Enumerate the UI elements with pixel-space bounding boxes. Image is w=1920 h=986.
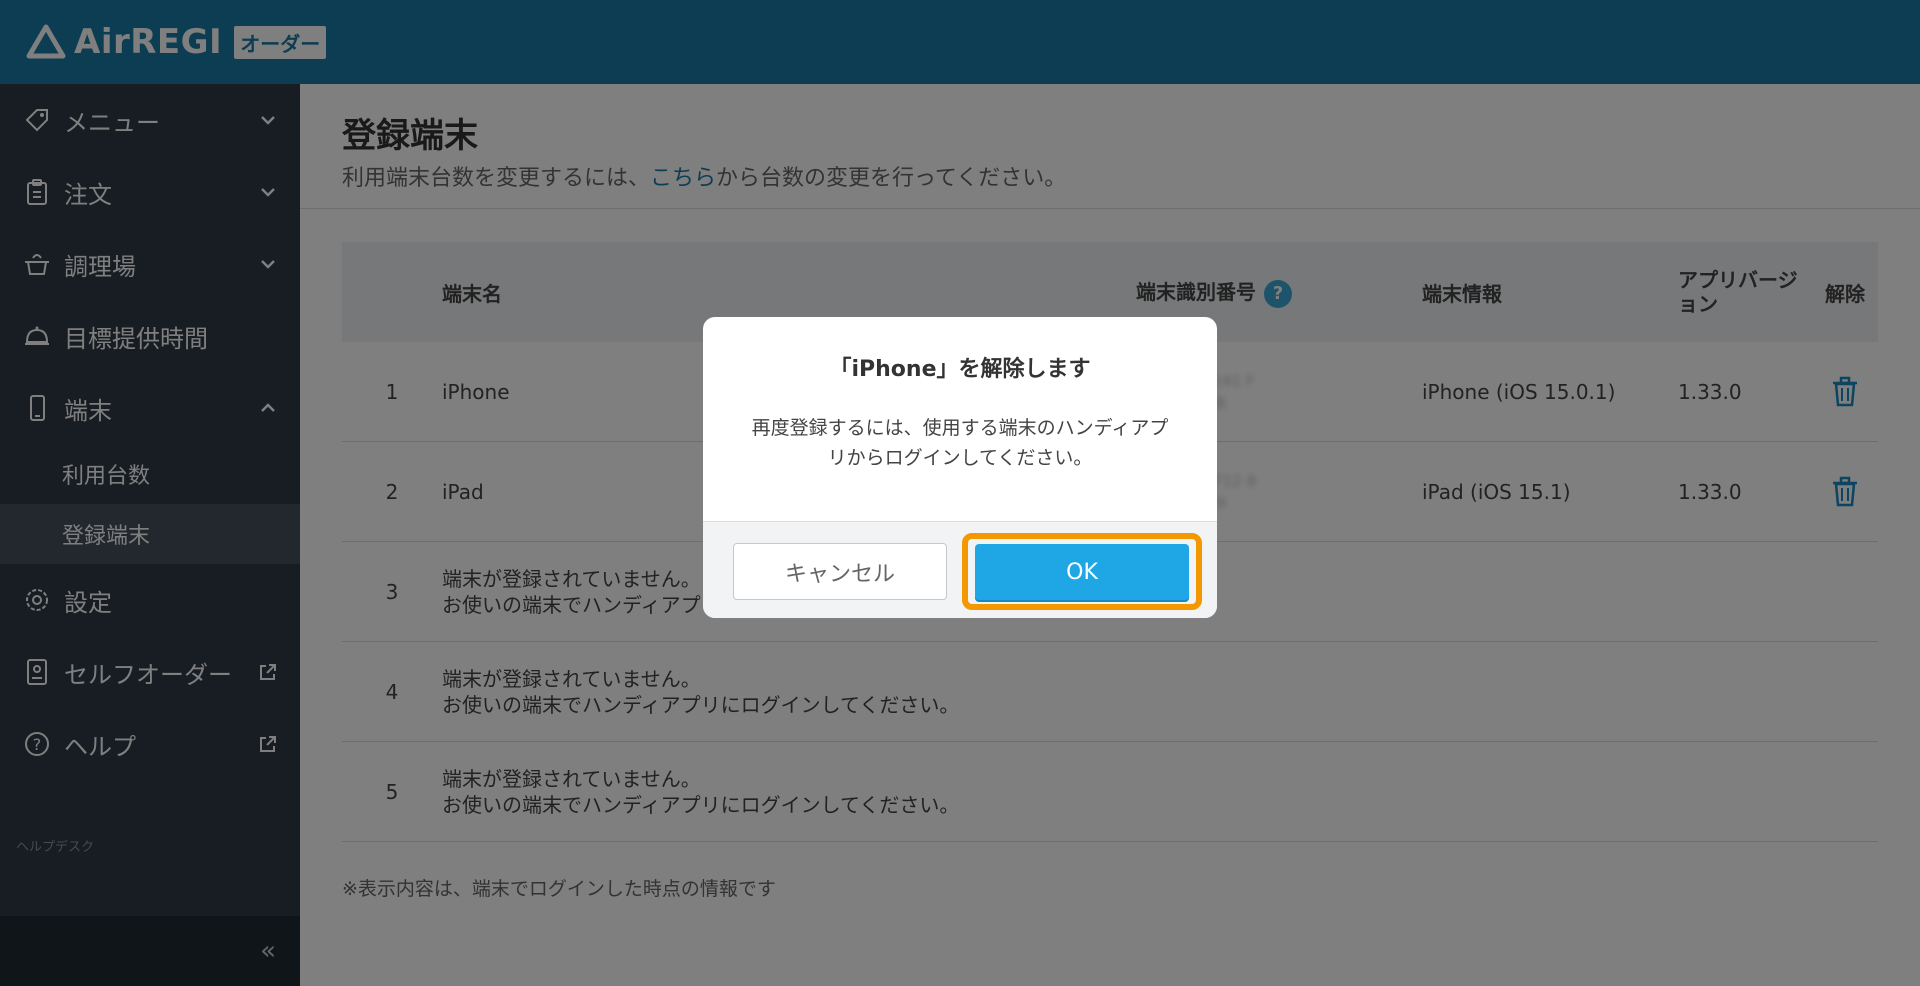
ok-button[interactable]: OK [975,544,1189,600]
dialog-message-line: リからログインしてください。 [827,447,1093,469]
dialog-footer: キャンセル OK [703,521,1217,618]
dialog-title: 「iPhone」を解除します [829,357,1091,382]
dialog-message-line: 再度登録するには、使用する端末のハンディアプ [751,417,1169,439]
cancel-button[interactable]: キャンセル [733,543,947,600]
dialog-message: 再度登録するには、使用する端末のハンディアプ リからログインしてください。 [727,413,1193,473]
confirm-remove-dialog: 「iPhone」を解除します 再度登録するには、使用する端末のハンディアプ リか… [703,317,1217,618]
